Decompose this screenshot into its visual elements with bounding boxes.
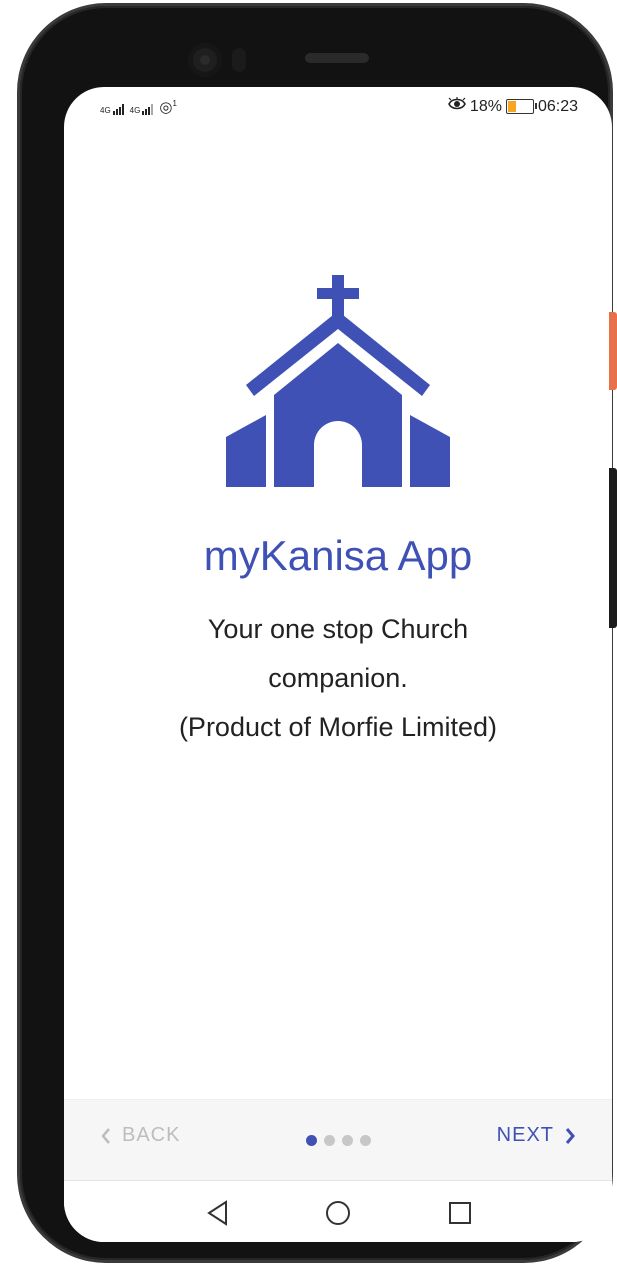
volume-button: [609, 312, 617, 390]
onboarding-nav-bar: BACK NEXT: [64, 1099, 612, 1180]
app-title: myKanisa App: [203, 532, 473, 579]
system-navigation-bar: [64, 1180, 612, 1242]
screen: 4G 4G ◎1 18% 06:23 myKanisa App Your one…: [64, 87, 612, 1242]
proximity-sensor: [232, 48, 246, 72]
next-label: NEXT: [496, 1124, 554, 1146]
page-dot: [324, 1135, 335, 1146]
tagline-line: (Product of Morfie Limited): [178, 712, 498, 742]
next-button[interactable]: NEXT: [497, 1124, 576, 1147]
church-icon: [226, 275, 450, 487]
back-button[interactable]: BACK: [100, 1124, 180, 1147]
page-indicator: [306, 1135, 371, 1146]
chevron-right-icon: [565, 1127, 575, 1144]
earpiece-speaker: [305, 53, 369, 63]
tagline-line: Your one stop Church: [207, 614, 469, 644]
page-dot-active: [306, 1135, 317, 1146]
tagline: Your one stop Church companion. (Product…: [64, 605, 612, 752]
power-button: [609, 468, 617, 628]
page-dot: [360, 1135, 371, 1146]
chevron-left-icon: [101, 1127, 110, 1144]
recents-square-icon[interactable]: [440, 1193, 480, 1233]
back-label: BACK: [122, 1124, 181, 1146]
home-circle-icon[interactable]: [318, 1193, 358, 1233]
tagline-line: companion.: [268, 663, 408, 693]
phone-frame: 4G 4G ◎1 18% 06:23 myKanisa App Your one…: [20, 6, 612, 1260]
front-camera: [188, 43, 222, 77]
page-dot: [342, 1135, 353, 1146]
onboarding-slide: myKanisa App Your one stop Church compan…: [64, 87, 612, 1097]
back-triangle-icon[interactable]: [198, 1193, 238, 1233]
